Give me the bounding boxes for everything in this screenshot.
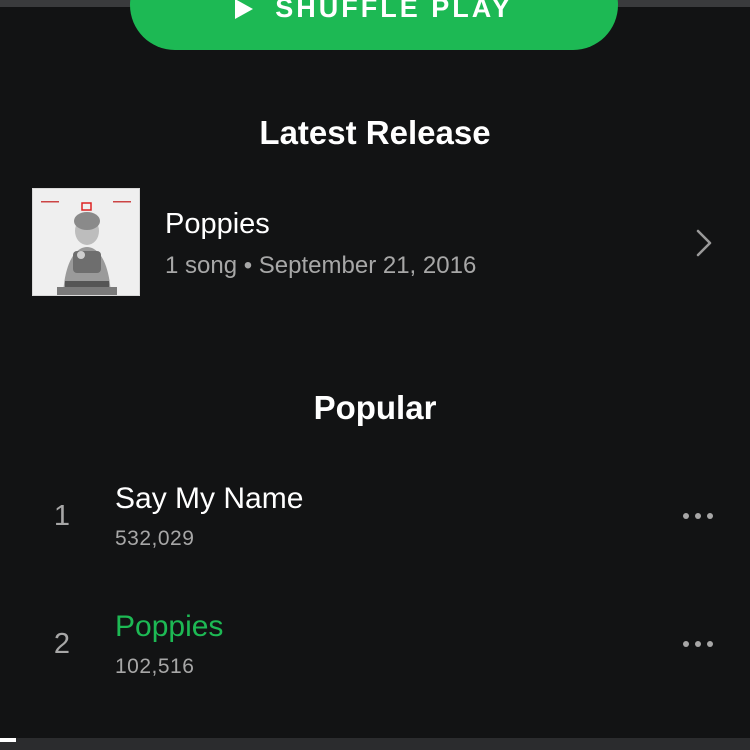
album-art: [32, 188, 140, 296]
track-play-count: 532,029: [115, 527, 195, 550]
latest-release-row[interactable]: Poppies 1 song • September 21, 2016: [0, 188, 750, 298]
track-row[interactable]: 2 Poppies 102,516: [0, 606, 750, 716]
track-number: 2: [53, 628, 71, 660]
track-title-now-playing: Poppies: [115, 610, 224, 643]
release-meta: 1 song • September 21, 2016: [165, 252, 477, 279]
track-play-count: 102,516: [115, 655, 195, 678]
popular-heading: Popular: [313, 389, 437, 426]
shuffle-play-button[interactable]: SHUFFLE PLAY: [130, 0, 618, 50]
track-row[interactable]: 1 Say My Name 532,029: [0, 478, 750, 588]
more-options-icon[interactable]: [678, 508, 718, 524]
latest-release-heading: Latest Release: [259, 114, 491, 151]
bottom-bar: [0, 738, 750, 750]
chevron-right-icon: [696, 229, 712, 257]
playback-progress-indicator: [0, 738, 16, 742]
release-title: Poppies: [165, 208, 270, 240]
play-icon: [235, 0, 254, 19]
more-options-icon[interactable]: [678, 636, 718, 652]
track-title: Say My Name: [115, 482, 304, 515]
track-number: 1: [53, 500, 71, 532]
shuffle-play-label: SHUFFLE PLAY: [275, 0, 513, 23]
